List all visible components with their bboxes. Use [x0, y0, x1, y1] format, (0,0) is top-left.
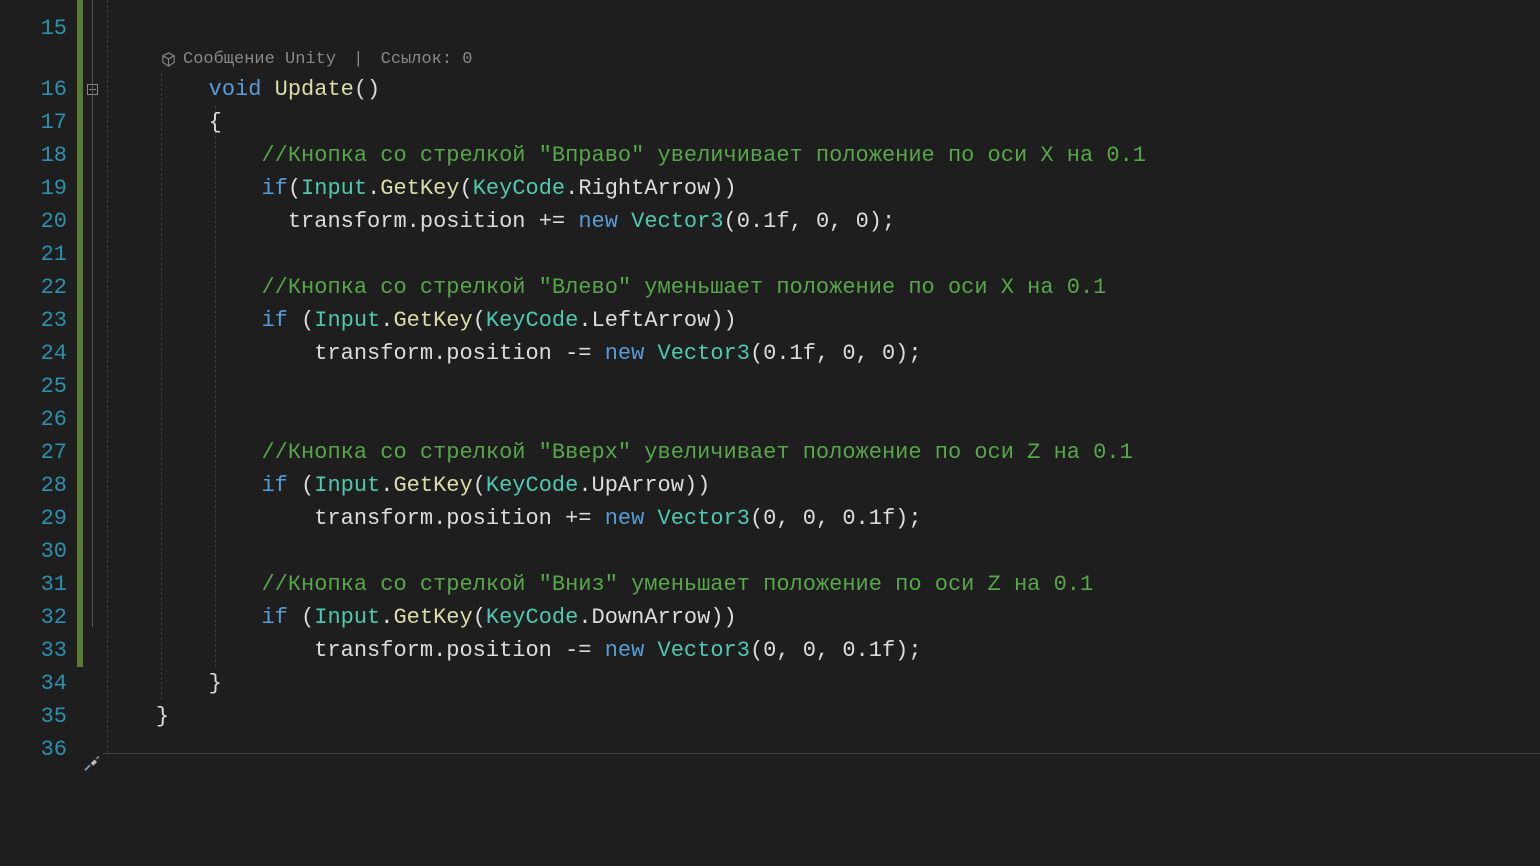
codelens-sep: | [343, 46, 374, 73]
line-number: 29 [0, 502, 67, 535]
code-line [103, 0, 1540, 46]
type: KeyCode [486, 605, 578, 630]
line-number: 15 [0, 0, 67, 46]
line-number: 32 [0, 601, 67, 634]
codelens-unity-message: Сообщение Unity [183, 46, 336, 73]
type: Vector3 [631, 209, 723, 234]
line-number: 16 [0, 73, 67, 106]
code-line: transform.position += new Vector3(0, 0, … [103, 502, 1540, 535]
line-number: 18 [0, 139, 67, 172]
line-number: 26 [0, 403, 67, 436]
line-number: 19 [0, 172, 67, 205]
method-name: GetKey [380, 176, 459, 201]
unity-cube-icon [161, 52, 176, 67]
fold-column [85, 0, 103, 866]
keyword: new [605, 638, 645, 663]
code-line: //Кнопка со стрелкой "Вниз" уменьшает по… [103, 568, 1540, 601]
keyword: new [605, 506, 645, 531]
method-name: GetKey [393, 605, 472, 630]
line-number: 35 [0, 700, 67, 733]
line-number: 27 [0, 436, 67, 469]
line-number: 24 [0, 337, 67, 370]
code-line: if (Input.GetKey(KeyCode.UpArrow)) [103, 469, 1540, 502]
line-number: 30 [0, 535, 67, 568]
keyword: void [209, 77, 262, 102]
keyword: if [261, 605, 287, 630]
type: KeyCode [486, 473, 578, 498]
change-marker-column [75, 0, 85, 866]
comment: //Кнопка со стрелкой "Влево" уменьшает п… [261, 275, 1106, 300]
code-line [103, 370, 1540, 403]
code-line [103, 733, 1540, 766]
codelens[interactable]: Сообщение Unity | Ссылок: 0 [103, 46, 1540, 73]
code-line: if(Input.GetKey(KeyCode.RightArrow)) [103, 172, 1540, 205]
line-number: 23 [0, 304, 67, 337]
code-line: { [103, 106, 1540, 139]
code-line: transform.position -= new Vector3(0.1f, … [103, 337, 1540, 370]
type: Input [314, 473, 380, 498]
method-name: GetKey [393, 473, 472, 498]
line-number-gutter: 15 16 17 18 19 20 21 22 23 24 25 26 27 2… [0, 0, 75, 866]
code-line [103, 403, 1540, 436]
code-line: if (Input.GetKey(KeyCode.LeftArrow)) [103, 304, 1540, 337]
keyword: new [578, 209, 618, 234]
code-line: if (Input.GetKey(KeyCode.DownArrow)) [103, 601, 1540, 634]
code-line: transform.position -= new Vector3(0, 0, … [103, 634, 1540, 667]
divider [103, 753, 1540, 754]
codelens-refs: Ссылок: 0 [381, 46, 473, 73]
line-number: 25 [0, 370, 67, 403]
line-number: 22 [0, 271, 67, 304]
code-area[interactable]: Сообщение Unity | Ссылок: 0 void Update(… [103, 0, 1540, 866]
keyword: if [261, 176, 287, 201]
code-line: transform.position += new Vector3(0.1f, … [103, 205, 1540, 238]
type: Input [314, 308, 380, 333]
comment: //Кнопка со стрелкой "Вверх" увеличивает… [261, 440, 1132, 465]
code-line [103, 535, 1540, 568]
line-number: 33 [0, 634, 67, 667]
keyword: if [261, 308, 287, 333]
comment: //Кнопка со стрелкой "Вниз" уменьшает по… [261, 572, 1093, 597]
code-editor[interactable]: 15 16 17 18 19 20 21 22 23 24 25 26 27 2… [0, 0, 1540, 866]
line-number: 34 [0, 667, 67, 700]
line-number: 36 [0, 733, 67, 766]
type: Vector3 [658, 506, 750, 531]
code-line: //Кнопка со стрелкой "Влево" уменьшает п… [103, 271, 1540, 304]
line-number: 31 [0, 568, 67, 601]
line-number: 17 [0, 106, 67, 139]
type: Vector3 [658, 638, 750, 663]
keyword: if [261, 473, 287, 498]
code-line [103, 238, 1540, 271]
comment: //Кнопка со стрелкой "Вправо" увеличивае… [261, 143, 1146, 168]
code-line: } [103, 667, 1540, 700]
code-line: //Кнопка со стрелкой "Вверх" увеличивает… [103, 436, 1540, 469]
type: KeyCode [486, 308, 578, 333]
type: Input [314, 605, 380, 630]
line-number: 28 [0, 469, 67, 502]
type: Vector3 [658, 341, 750, 366]
method-name: GetKey [393, 308, 472, 333]
code-line: //Кнопка со стрелкой "Вправо" увеличивае… [103, 139, 1540, 172]
code-line: } [103, 700, 1540, 733]
type: KeyCode [473, 176, 565, 201]
type: Input [301, 176, 367, 201]
code-line: void Update() [103, 73, 1540, 106]
keyword: new [605, 341, 645, 366]
line-number: 21 [0, 238, 67, 271]
line-number: 20 [0, 205, 67, 238]
method-name: Update [275, 77, 354, 102]
